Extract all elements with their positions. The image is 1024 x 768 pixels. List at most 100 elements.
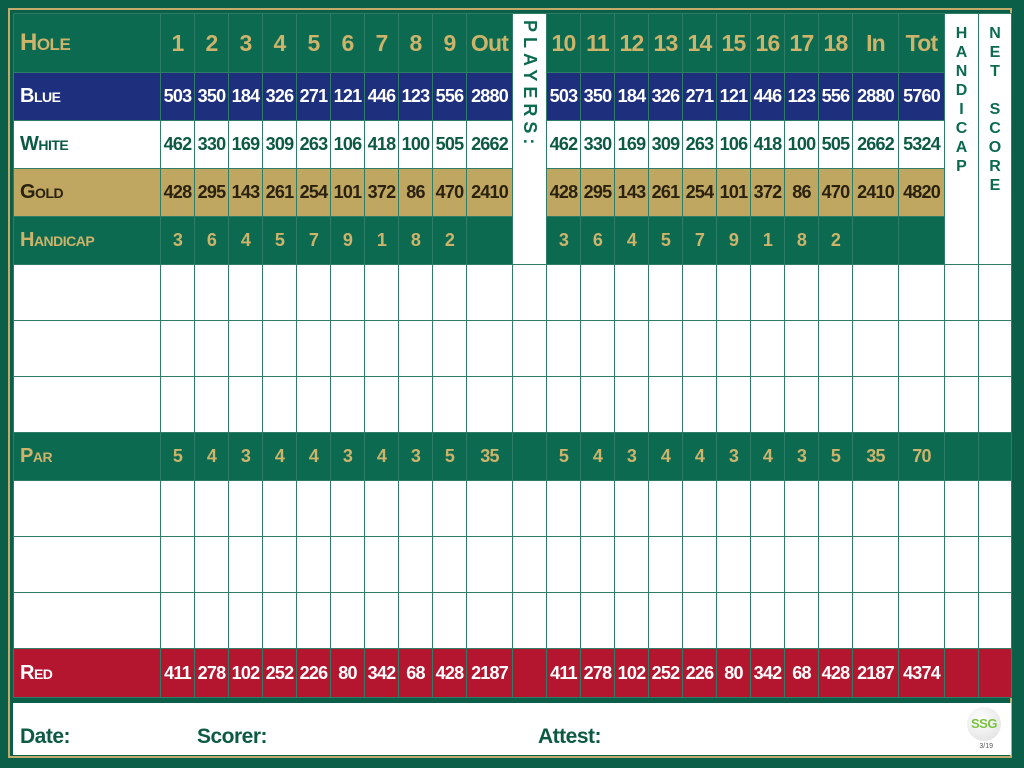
score-cell[interactable]: [296, 480, 331, 537]
score-cell[interactable]: [432, 264, 467, 321]
score-cell[interactable]: [432, 592, 467, 649]
out-total-cell[interactable]: [466, 264, 513, 321]
score-cell[interactable]: [160, 536, 195, 593]
score-cell[interactable]: [160, 376, 195, 433]
score-cell[interactable]: [194, 536, 229, 593]
players-cell[interactable]: [512, 264, 547, 321]
score-cell[interactable]: [330, 376, 365, 433]
score-cell[interactable]: [296, 376, 331, 433]
score-cell[interactable]: [546, 376, 581, 433]
player-name-cell[interactable]: [13, 264, 161, 321]
score-cell[interactable]: [784, 536, 819, 593]
score-cell[interactable]: [716, 536, 751, 593]
score-cell[interactable]: [818, 592, 853, 649]
score-cell[interactable]: [682, 264, 717, 321]
score-cell[interactable]: [682, 376, 717, 433]
score-cell[interactable]: [432, 536, 467, 593]
score-cell[interactable]: [580, 592, 615, 649]
score-cell[interactable]: [648, 264, 683, 321]
score-cell[interactable]: [784, 592, 819, 649]
score-cell[interactable]: [296, 592, 331, 649]
score-cell[interactable]: [228, 536, 263, 593]
score-cell[interactable]: [818, 320, 853, 377]
score-cell[interactable]: [296, 264, 331, 321]
score-cell[interactable]: [330, 320, 365, 377]
score-cell[interactable]: [364, 480, 399, 537]
score-cell[interactable]: [228, 592, 263, 649]
players-cell[interactable]: [512, 592, 547, 649]
score-cell[interactable]: [648, 536, 683, 593]
score-cell[interactable]: [784, 264, 819, 321]
total-cell[interactable]: [898, 536, 945, 593]
score-cell[interactable]: [614, 376, 649, 433]
score-cell[interactable]: [818, 264, 853, 321]
handicap-cell[interactable]: [944, 536, 979, 593]
score-cell[interactable]: [784, 376, 819, 433]
score-cell[interactable]: [262, 376, 297, 433]
score-cell[interactable]: [546, 264, 581, 321]
score-cell[interactable]: [750, 592, 785, 649]
in-total-cell[interactable]: [852, 480, 899, 537]
score-cell[interactable]: [716, 480, 751, 537]
net-score-cell[interactable]: [978, 320, 1012, 377]
total-cell[interactable]: [898, 264, 945, 321]
handicap-cell[interactable]: [944, 376, 979, 433]
score-cell[interactable]: [784, 480, 819, 537]
score-cell[interactable]: [682, 536, 717, 593]
score-cell[interactable]: [546, 480, 581, 537]
score-cell[interactable]: [716, 376, 751, 433]
score-cell[interactable]: [262, 264, 297, 321]
out-total-cell[interactable]: [466, 536, 513, 593]
score-cell[interactable]: [330, 592, 365, 649]
players-cell[interactable]: [512, 320, 547, 377]
score-cell[interactable]: [194, 480, 229, 537]
handicap-cell[interactable]: [944, 264, 979, 321]
score-cell[interactable]: [296, 320, 331, 377]
score-cell[interactable]: [580, 320, 615, 377]
score-cell[interactable]: [818, 536, 853, 593]
in-total-cell[interactable]: [852, 264, 899, 321]
score-cell[interactable]: [160, 264, 195, 321]
score-cell[interactable]: [432, 320, 467, 377]
in-total-cell[interactable]: [852, 320, 899, 377]
score-cell[interactable]: [330, 264, 365, 321]
score-cell[interactable]: [716, 264, 751, 321]
score-cell[interactable]: [750, 536, 785, 593]
score-cell[interactable]: [682, 480, 717, 537]
score-cell[interactable]: [614, 592, 649, 649]
in-total-cell[interactable]: [852, 536, 899, 593]
score-cell[interactable]: [398, 320, 433, 377]
players-cell[interactable]: [512, 536, 547, 593]
score-cell[interactable]: [546, 592, 581, 649]
out-total-cell[interactable]: [466, 592, 513, 649]
score-cell[interactable]: [330, 480, 365, 537]
score-cell[interactable]: [296, 536, 331, 593]
total-cell[interactable]: [898, 320, 945, 377]
score-cell[interactable]: [194, 264, 229, 321]
score-cell[interactable]: [750, 376, 785, 433]
score-cell[interactable]: [364, 376, 399, 433]
score-cell[interactable]: [432, 480, 467, 537]
score-cell[interactable]: [682, 320, 717, 377]
score-cell[interactable]: [750, 320, 785, 377]
score-cell[interactable]: [818, 480, 853, 537]
score-cell[interactable]: [398, 592, 433, 649]
score-cell[interactable]: [364, 264, 399, 321]
score-cell[interactable]: [750, 264, 785, 321]
score-cell[interactable]: [228, 480, 263, 537]
score-cell[interactable]: [648, 320, 683, 377]
score-cell[interactable]: [614, 536, 649, 593]
in-total-cell[interactable]: [852, 592, 899, 649]
out-total-cell[interactable]: [466, 376, 513, 433]
score-cell[interactable]: [262, 320, 297, 377]
net-score-cell[interactable]: [978, 264, 1012, 321]
score-cell[interactable]: [546, 320, 581, 377]
player-name-cell[interactable]: [13, 376, 161, 433]
score-cell[interactable]: [648, 480, 683, 537]
score-cell[interactable]: [398, 480, 433, 537]
score-cell[interactable]: [228, 320, 263, 377]
score-cell[interactable]: [648, 376, 683, 433]
score-cell[interactable]: [716, 592, 751, 649]
score-cell[interactable]: [194, 592, 229, 649]
score-cell[interactable]: [546, 536, 581, 593]
